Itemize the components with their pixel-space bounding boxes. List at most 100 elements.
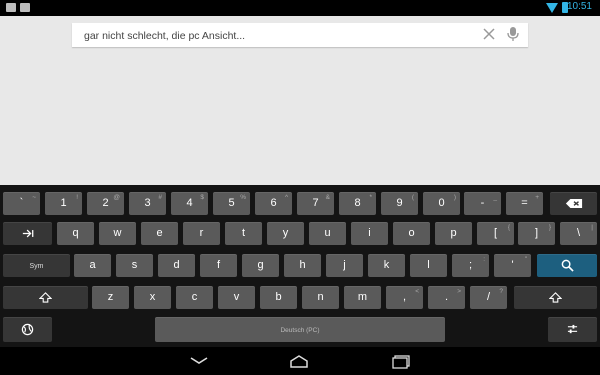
clear-icon[interactable]	[482, 27, 496, 41]
key-hint: }	[548, 224, 551, 231]
key-label: .	[444, 291, 449, 303]
key-label: f	[216, 259, 221, 271]
key-hint: :	[483, 256, 485, 263]
space-key[interactable]: Deutsch (PC)	[155, 317, 445, 342]
key-label: '	[511, 259, 514, 271]
key-row3-8[interactable]: l	[410, 254, 447, 277]
key-row1-0[interactable]: ` ~	[3, 192, 40, 215]
key-row4-2[interactable]: c	[176, 286, 213, 309]
mic-icon[interactable]	[506, 26, 520, 42]
key-row3-7[interactable]: k	[368, 254, 405, 277]
key-row4-4[interactable]: b	[260, 286, 297, 309]
notification-icon	[6, 3, 16, 12]
key-hint: ^	[284, 194, 288, 201]
key-row3-9[interactable]: ;:	[452, 254, 489, 277]
key-row1-5[interactable]: 5%	[213, 192, 250, 215]
navigation-bar	[0, 347, 600, 375]
key-label: b	[275, 291, 282, 303]
key-row2-5[interactable]: y	[267, 222, 304, 245]
globe-icon	[21, 323, 34, 336]
key-row2-2[interactable]: e	[141, 222, 178, 245]
key-row4-0[interactable]: z	[92, 286, 129, 309]
key-row3-0[interactable]: a	[74, 254, 111, 277]
key-row4-3[interactable]: v	[218, 286, 255, 309]
key-row1-6[interactable]: 6 ^	[255, 192, 292, 215]
search-box	[72, 23, 528, 47]
settings-sliders-icon	[567, 324, 578, 334]
key-row4-7[interactable]: , <	[386, 286, 423, 309]
key-label: a	[89, 259, 96, 271]
key-row1-7[interactable]: 7 &	[297, 192, 334, 215]
key-row4-5[interactable]: n	[302, 286, 339, 309]
shift-key-right[interactable]	[514, 286, 597, 309]
key-row4-6[interactable]: m	[344, 286, 381, 309]
settings-key[interactable]	[548, 317, 597, 342]
key-label: -	[480, 197, 485, 209]
key-label: u	[324, 227, 331, 239]
key-row1-12[interactable]: = +	[506, 192, 543, 215]
sym-key[interactable]: Sym	[3, 254, 70, 277]
key-row2-4[interactable]: t	[225, 222, 262, 245]
key-row1-10[interactable]: 0)	[423, 192, 460, 215]
key-row1-3[interactable]: 3 #	[129, 192, 166, 215]
key-row2-10[interactable]: [{	[477, 222, 514, 245]
key-row2-9[interactable]: p	[435, 222, 472, 245]
language-key[interactable]	[3, 317, 52, 342]
key-row4-1[interactable]: x	[134, 286, 171, 309]
key-row4-8[interactable]: . >	[428, 286, 465, 309]
backspace-icon	[565, 199, 582, 208]
key-hint: {	[507, 224, 510, 231]
key-row2-0[interactable]: q	[57, 222, 94, 245]
key-label: d	[173, 259, 180, 271]
key-row1-11[interactable]: - _	[464, 192, 501, 215]
home-icon[interactable]	[288, 353, 310, 369]
search-key[interactable]	[537, 254, 597, 277]
shift-icon	[38, 292, 53, 303]
key-row2-6[interactable]: u	[309, 222, 346, 245]
key-row3-10[interactable]: ' "	[494, 254, 531, 277]
key-label: `	[19, 197, 24, 209]
key-row3-1[interactable]: s	[116, 254, 153, 277]
back-icon[interactable]	[188, 353, 210, 369]
tab-key[interactable]	[3, 222, 52, 245]
key-row3-3[interactable]: f	[200, 254, 237, 277]
key-row1-1[interactable]: 1!	[45, 192, 82, 215]
key-label: 4	[186, 197, 193, 209]
key-row1-8[interactable]: 8 *	[339, 192, 376, 215]
key-row1-4[interactable]: 4 $	[171, 192, 208, 215]
search-input[interactable]	[82, 26, 466, 46]
key-row4-9[interactable]: /?	[470, 286, 507, 309]
key-row1-9[interactable]: 9(	[381, 192, 418, 215]
key-label: z	[107, 291, 114, 303]
key-label: x	[149, 291, 156, 303]
key-hint: >	[457, 288, 461, 295]
key-row2-11[interactable]: ]}	[518, 222, 555, 245]
key-label: r	[199, 227, 204, 239]
key-label: 1	[60, 197, 67, 209]
key-hint: %	[240, 194, 246, 201]
status-time: 10:51	[566, 1, 592, 12]
search-icon	[561, 259, 574, 272]
key-row3-2[interactable]: d	[158, 254, 195, 277]
key-hint: *	[369, 194, 372, 201]
space-key-label: Deutsch (PC)	[280, 327, 320, 334]
key-row2-7[interactable]: i	[351, 222, 388, 245]
backspace-key[interactable]	[550, 192, 597, 215]
key-row2-12[interactable]: \ |	[560, 222, 597, 245]
key-label: 2	[102, 197, 109, 209]
key-label: 0	[438, 197, 445, 209]
key-row3-4[interactable]: g	[242, 254, 279, 277]
key-row1-2[interactable]: 2 @	[87, 192, 124, 215]
key-label: e	[156, 227, 163, 239]
key-row3-5[interactable]: h	[284, 254, 321, 277]
key-row2-8[interactable]: o	[393, 222, 430, 245]
keyboard: Sym Deutsch (PC) ` ~1! 2 @3 #4 $5% 6 ^ 7…	[0, 185, 600, 347]
key-row3-6[interactable]: j	[326, 254, 363, 277]
key-label: 5	[228, 197, 235, 209]
shift-key-left[interactable]	[3, 286, 88, 309]
status-bar: 10:51	[0, 0, 600, 16]
key-row2-3[interactable]: r	[183, 222, 220, 245]
recent-apps-icon[interactable]	[391, 353, 413, 369]
key-label: v	[233, 291, 240, 303]
key-row2-1[interactable]: w	[99, 222, 136, 245]
